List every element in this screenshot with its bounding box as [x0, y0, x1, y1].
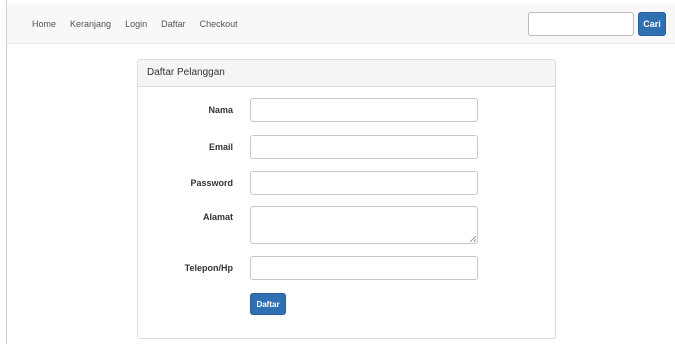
- nav-link-checkout[interactable]: Checkout: [200, 19, 238, 29]
- nav-link-home[interactable]: Home: [32, 19, 56, 29]
- email-label: Email: [208, 142, 233, 152]
- top-navbar: Home Keranjang Login Daftar Checkout Car…: [7, 4, 675, 44]
- registration-panel: Daftar Pelanggan Nama Email Password Ala…: [137, 59, 556, 339]
- search-button[interactable]: Cari: [638, 12, 666, 36]
- nav-link-daftar[interactable]: Daftar: [161, 19, 186, 29]
- nav-link-keranjang[interactable]: Keranjang: [70, 19, 111, 29]
- panel-title: Daftar Pelanggan: [138, 60, 555, 87]
- nav-link-login[interactable]: Login: [125, 19, 147, 29]
- window-left-border: [6, 0, 7, 344]
- daftar-submit-button[interactable]: Daftar: [250, 293, 286, 315]
- textarea-resize-icon[interactable]: [470, 236, 476, 242]
- alamat-field[interactable]: [250, 206, 478, 244]
- telepon-label: Telepon/Hp: [184, 263, 233, 273]
- nama-label: Nama: [208, 105, 233, 115]
- email-field[interactable]: [250, 135, 478, 159]
- password-label: Password: [190, 178, 233, 188]
- search-input[interactable]: [528, 12, 634, 36]
- telepon-field[interactable]: [250, 256, 478, 280]
- nav-links: Home Keranjang Login Daftar Checkout: [32, 4, 252, 44]
- nama-field[interactable]: [250, 98, 478, 122]
- password-field[interactable]: [250, 171, 478, 195]
- alamat-label: Alamat: [202, 212, 233, 222]
